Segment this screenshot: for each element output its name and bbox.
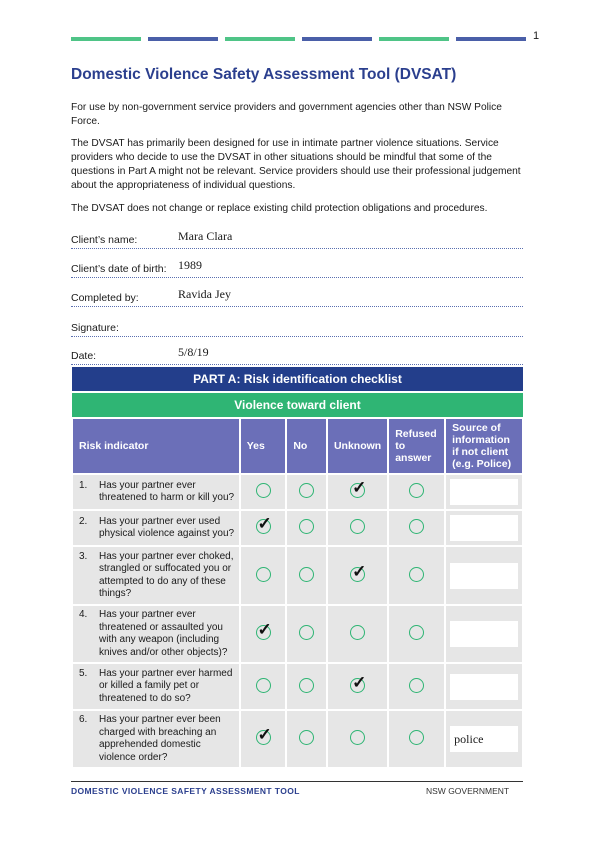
- radio-unknown[interactable]: [350, 519, 366, 534]
- check-icon: ✓: [257, 620, 272, 639]
- radio-no[interactable]: [299, 730, 315, 745]
- radio-refused[interactable]: [409, 519, 425, 534]
- source-input[interactable]: [450, 673, 518, 700]
- column-header: Unknown: [325, 417, 390, 475]
- form-field[interactable]: Client’s name: Mara Clara: [71, 229, 523, 249]
- page-number: 1: [533, 30, 540, 42]
- field-label: Completed by:: [71, 292, 139, 304]
- question-number: 1.: [79, 479, 88, 491]
- field-value[interactable]: 1989: [178, 258, 202, 273]
- check-icon: ✓: [352, 672, 367, 692]
- header-bar: [456, 37, 526, 41]
- risk-question: 1. Has your partner ever threatened to ha…: [71, 473, 241, 511]
- radio-refused[interactable]: [409, 677, 425, 693]
- field-label: Signature:: [71, 322, 119, 334]
- source-input[interactable]: [450, 479, 518, 505]
- risk-question: 2. Has your partner ever used physical vi…: [71, 509, 241, 547]
- source-input[interactable]: police: [450, 726, 518, 752]
- section-title: Violence toward client: [72, 391, 523, 418]
- header-bar: [71, 37, 141, 41]
- table-row: 6. Has your partner ever been charged wit…: [71, 709, 524, 769]
- header-bar: [225, 37, 295, 41]
- question-text: Has your partner ever threatened to harm…: [99, 479, 235, 504]
- source-input[interactable]: [450, 562, 518, 589]
- header-bar: [379, 37, 449, 41]
- field-label: Date:: [71, 350, 97, 362]
- radio-yes[interactable]: ✓: [255, 620, 272, 640]
- radio-no[interactable]: [299, 677, 315, 693]
- form-field[interactable]: Date: 5/8/19: [71, 345, 523, 365]
- question-number: 5.: [79, 667, 88, 679]
- table-row: 1. Has your partner ever threatened to ha…: [71, 473, 524, 511]
- header-bar: [148, 37, 218, 41]
- field-value[interactable]: Ravida Jey: [178, 287, 231, 302]
- part-a-title: PART A: Risk identification checklist: [72, 367, 523, 392]
- column-header: Yes: [238, 417, 288, 475]
- check-icon: ✓: [352, 478, 367, 497]
- column-header: Source of information if not client (e.g…: [444, 417, 524, 475]
- form-field[interactable]: Signature:: [71, 318, 523, 337]
- radio-yes[interactable]: ✓: [255, 725, 272, 745]
- radio-unknown[interactable]: [350, 730, 366, 745]
- radio-refused[interactable]: [409, 625, 425, 640]
- radio-refused[interactable]: [409, 566, 425, 582]
- radio-refused[interactable]: [409, 483, 425, 498]
- question-number: 2.: [79, 515, 88, 527]
- check-icon: ✓: [257, 725, 272, 744]
- question-number: 6.: [79, 714, 88, 725]
- radio-yes[interactable]: [255, 566, 271, 582]
- question-number: 3.: [79, 550, 88, 562]
- question-text: Has your partner ever used physical viol…: [99, 515, 235, 540]
- risk-question: 4. Has your partner ever threatened or as…: [71, 604, 241, 664]
- column-header: Risk indicator: [71, 417, 241, 475]
- table-row: 4. Has your partner ever threatened or as…: [71, 604, 524, 664]
- radio-unknown[interactable]: ✓: [350, 478, 366, 498]
- column-header: No: [285, 417, 328, 475]
- radio-yes[interactable]: [255, 677, 271, 693]
- radio-no[interactable]: [299, 483, 315, 498]
- question-text: Has your partner ever harmed or killed a…: [99, 667, 233, 704]
- radio-refused[interactable]: [409, 730, 425, 745]
- table-row: 5. Has your partner ever harmed or killed…: [71, 662, 524, 711]
- footer-left: DOMESTIC VIOLENCE SAFETY ASSESSMENT TOOL: [71, 786, 300, 796]
- intro-paragraph-1: For use by non-government service provid…: [71, 102, 502, 127]
- question-text: Has your partner ever choked, strangled …: [99, 550, 234, 600]
- field-label: Client’s name:: [71, 234, 138, 246]
- field-value[interactable]: 5/8/19: [178, 345, 209, 360]
- header-bar: [302, 37, 372, 41]
- risk-question: 5. Has your partner ever harmed or killed…: [71, 662, 241, 711]
- intro-paragraph-3: The DVSAT does not change or replace exi…: [71, 203, 488, 214]
- table-row: 2. Has your partner ever used physical vi…: [71, 509, 524, 547]
- radio-unknown[interactable]: ✓: [350, 673, 366, 693]
- form-field[interactable]: Completed by: Ravida Jey: [71, 287, 523, 307]
- radio-yes[interactable]: ✓: [255, 514, 272, 534]
- source-input[interactable]: [450, 515, 518, 541]
- column-header: Refused to answer: [387, 417, 447, 475]
- risk-question: 3. Has your partner ever choked, strangle…: [71, 545, 241, 606]
- footer-divider: [71, 781, 523, 782]
- question-text: Has your partner ever threatened or assa…: [99, 609, 228, 658]
- question-text: Has your partner ever been charged with …: [99, 714, 221, 763]
- table-row: 3. Has your partner ever choked, strangle…: [71, 545, 524, 606]
- radio-no[interactable]: [299, 625, 315, 640]
- radio-yes[interactable]: [255, 483, 271, 498]
- form-field[interactable]: Client’s date of birth: 1989: [71, 258, 523, 278]
- radio-unknown[interactable]: ✓: [350, 562, 366, 582]
- radio-no[interactable]: [299, 519, 315, 534]
- check-icon: ✓: [257, 514, 272, 533]
- check-icon: ✓: [352, 561, 367, 581]
- radio-unknown[interactable]: [350, 625, 366, 640]
- radio-no[interactable]: [299, 566, 315, 582]
- intro-paragraph-2: The DVSAT has primarily been designed fo…: [71, 138, 521, 191]
- page-title: Domestic Violence Safety Assessment Tool…: [71, 66, 457, 83]
- footer-right: NSW GOVERNMENT: [426, 786, 510, 796]
- question-number: 4.: [79, 609, 88, 620]
- document-page: 1 Domestic Violence Safety Assessment To…: [0, 0, 596, 842]
- source-input[interactable]: [450, 621, 518, 647]
- field-value[interactable]: Mara Clara: [178, 229, 232, 244]
- risk-checklist-table: PART A: Risk identification checklist Vi…: [71, 367, 524, 769]
- risk-question: 6. Has your partner ever been charged wit…: [71, 709, 241, 769]
- field-label: Client’s date of birth:: [71, 263, 167, 275]
